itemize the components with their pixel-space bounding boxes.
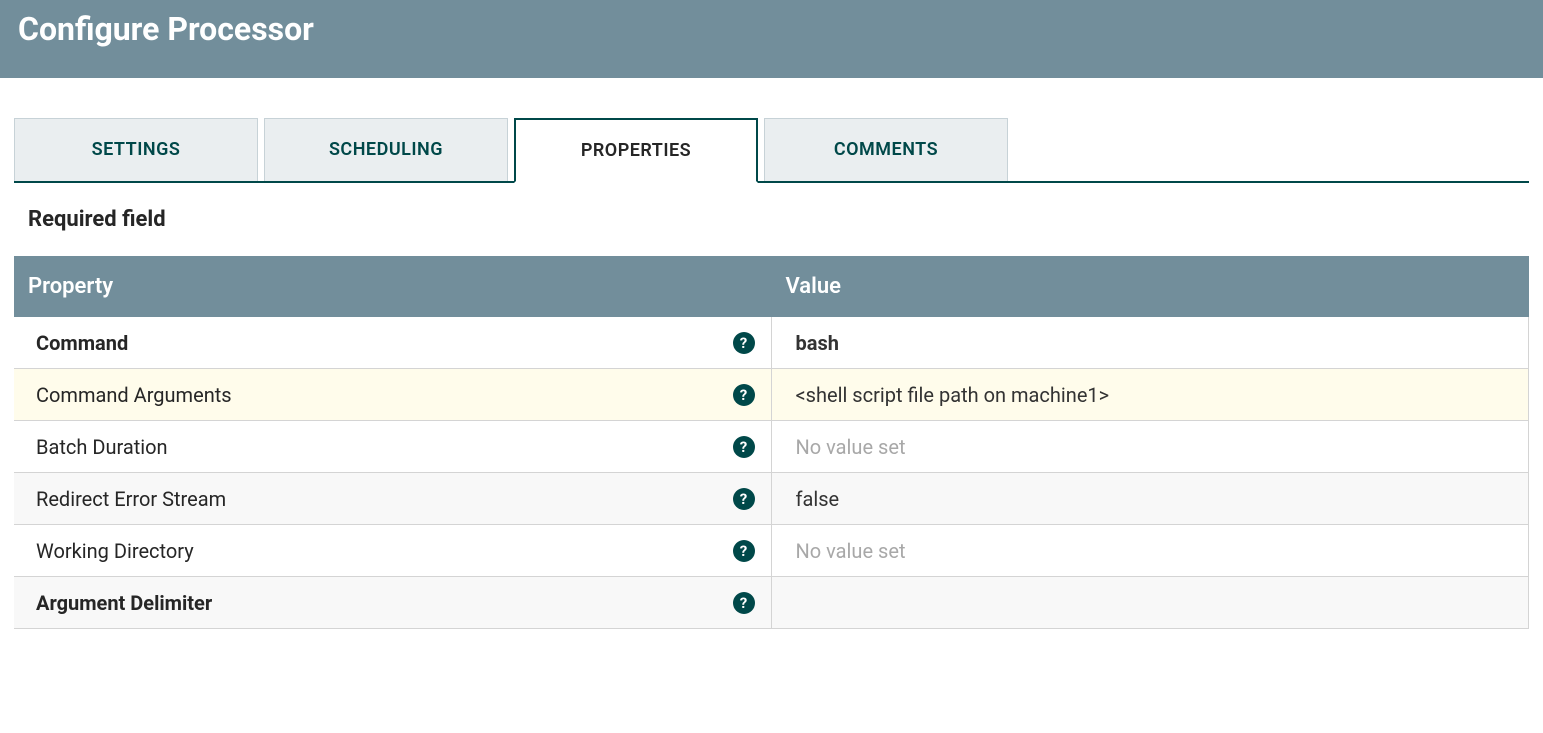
help-icon[interactable]: ?	[733, 540, 755, 562]
tab-comments[interactable]: COMMENTS	[764, 118, 1008, 181]
property-name: Batch Duration	[36, 435, 168, 459]
tab-settings[interactable]: SETTINGS	[14, 118, 258, 181]
help-icon[interactable]: ?	[733, 436, 755, 458]
table-row[interactable]: Argument Delimiter ?	[14, 577, 1529, 629]
property-name-cell: Command ?	[14, 317, 772, 368]
dialog-header: Configure Processor	[0, 0, 1543, 78]
property-name: Command Arguments	[36, 383, 232, 407]
dialog-content: SETTINGS SCHEDULING PROPERTIES COMMENTS …	[0, 78, 1543, 629]
property-value-cell[interactable]: false	[772, 473, 1530, 524]
property-name: Argument Delimiter	[36, 591, 212, 615]
property-value: <shell script file path on machine1>	[796, 383, 1110, 407]
property-name-cell: Working Directory ?	[14, 525, 772, 576]
property-value: bash	[796, 331, 839, 355]
help-icon[interactable]: ?	[733, 592, 755, 614]
column-header-property: Property	[14, 256, 772, 317]
property-value-cell[interactable]: No value set	[772, 525, 1530, 576]
property-value-cell[interactable]: No value set	[772, 421, 1530, 472]
tab-scheduling[interactable]: SCHEDULING	[264, 118, 508, 181]
table-row[interactable]: Command Arguments ? <shell script file p…	[14, 369, 1529, 421]
property-name-cell: Argument Delimiter ?	[14, 577, 772, 628]
property-value: No value set	[796, 539, 906, 563]
property-name-cell: Batch Duration ?	[14, 421, 772, 472]
property-name: Command	[36, 331, 128, 355]
table-row[interactable]: Redirect Error Stream ? false	[14, 473, 1529, 525]
property-name: Working Directory	[36, 539, 194, 563]
property-value-cell[interactable]	[772, 577, 1530, 628]
help-icon[interactable]: ?	[733, 332, 755, 354]
table-header: Property Value	[14, 256, 1529, 317]
table-body: Command ? bash Command Arguments ? <shel…	[14, 317, 1529, 629]
help-icon[interactable]: ?	[733, 488, 755, 510]
table-row[interactable]: Working Directory ? No value set	[14, 525, 1529, 577]
help-icon[interactable]: ?	[733, 384, 755, 406]
tab-bar: SETTINGS SCHEDULING PROPERTIES COMMENTS	[14, 118, 1529, 183]
tab-properties[interactable]: PROPERTIES	[514, 118, 758, 183]
required-field-label: Required field	[14, 183, 1529, 256]
property-name: Redirect Error Stream	[36, 487, 226, 511]
table-row[interactable]: Command ? bash	[14, 317, 1529, 369]
property-value-cell[interactable]: bash	[772, 317, 1530, 368]
property-name-cell: Command Arguments ?	[14, 369, 772, 420]
dialog-title: Configure Processor	[18, 10, 1525, 48]
property-name-cell: Redirect Error Stream ?	[14, 473, 772, 524]
property-value-cell[interactable]: <shell script file path on machine1>	[772, 369, 1530, 420]
column-header-value: Value	[772, 256, 1530, 317]
property-value: false	[796, 487, 840, 511]
table-row[interactable]: Batch Duration ? No value set	[14, 421, 1529, 473]
property-value: No value set	[796, 435, 906, 459]
properties-table: Property Value Command ? bash Command Ar…	[14, 256, 1529, 629]
